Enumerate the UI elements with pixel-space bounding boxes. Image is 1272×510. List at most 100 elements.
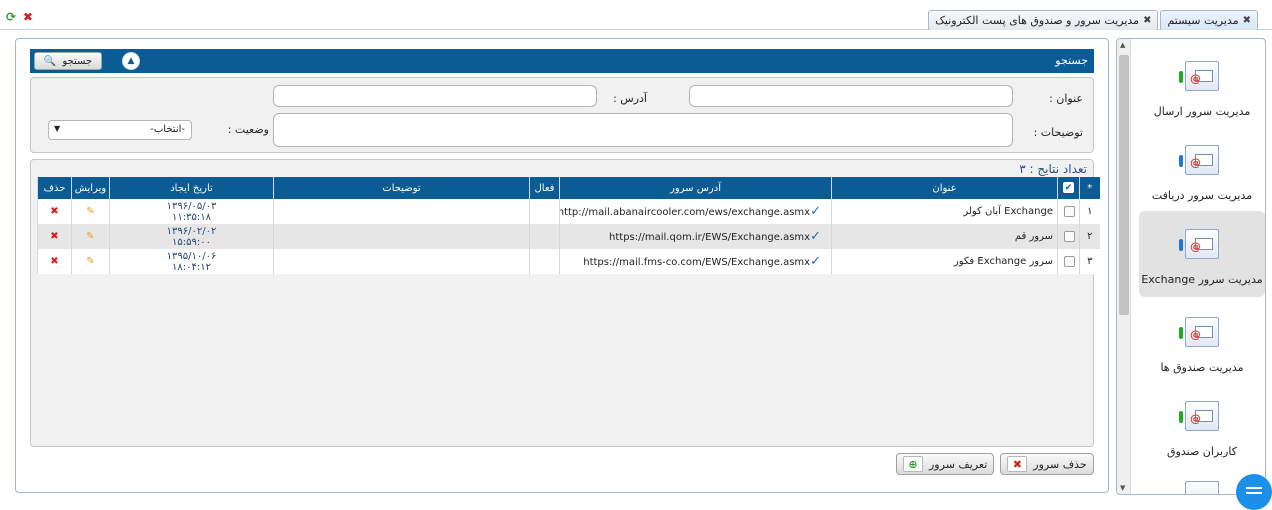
col-header-description[interactable]: توضیحات (273, 177, 530, 199)
row-address: https://mail.fms-co.com/EWS/Exchange.asm… (583, 257, 811, 268)
search-icon: 🔍 (43, 55, 57, 67)
address-input[interactable] (273, 85, 597, 107)
edit-icon[interactable]: ✎ (71, 249, 110, 274)
search-title: جستجو (1055, 54, 1088, 67)
search-button[interactable]: جستجو 🔍 (34, 52, 102, 70)
row-address: https://mail.qom.ir/EWS/Exchange.asmx (609, 232, 811, 243)
row-created-cell: ۱۳۹۵/۱۰/۰۶ ۱۸:۰۴:۱۲ (109, 249, 274, 274)
scroll-up-icon[interactable]: ▲ (1120, 41, 1125, 49)
select-all-checkbox[interactable]: ✔ (1063, 182, 1074, 194)
table-row[interactable]: ۲ سرور قم ✓https://mail.qom.ir/EWS/Excha… (37, 224, 1100, 249)
delete-icon[interactable]: ✖ (37, 199, 72, 224)
sidebar-scrollbar[interactable]: ▲ ▼ (1117, 39, 1131, 494)
row-title: Exchange آبان کولر (831, 199, 1058, 224)
edit-icon[interactable]: ✎ (71, 224, 110, 249)
row-checkbox-cell[interactable] (1057, 224, 1080, 249)
mail-server-icon: @ (1179, 229, 1219, 259)
row-checkbox[interactable] (1064, 255, 1075, 267)
check-icon: ✓ (810, 204, 821, 219)
status-mark (1179, 327, 1183, 339)
sidebar-item-mailboxes[interactable]: @ مدیریت صندوق ها (1139, 317, 1265, 397)
top-icons: ⟳ ✖ (6, 10, 33, 24)
row-description (273, 224, 530, 249)
define-server-button[interactable]: تعریف سرور ⊕ (896, 453, 995, 475)
row-active-cell (529, 224, 560, 249)
row-title: سرور Exchange فکور (831, 249, 1058, 274)
col-header-active[interactable]: فعال (529, 177, 560, 199)
row-checkbox-cell[interactable] (1057, 249, 1080, 274)
row-active-cell (529, 199, 560, 224)
top-bar: ⟳ ✖ ✖ مدیریت سیستم ✖ مدیریت سرور و صندوق… (0, 0, 1272, 30)
search-header: جستجو جستجو 🔍 ▲ (30, 49, 1094, 73)
results-count: تعداد نتایج : ۳ (1019, 162, 1087, 176)
row-created-cell: ۱۳۹۶/۰۵/۰۳ ۱۱:۳۵:۱۸ (109, 199, 274, 224)
row-date: ۱۳۹۶/۰۲/۰۲ (166, 225, 217, 237)
table-header-row: * ✔ عنوان آدرس سرور فعال توضیحات تاریخ ا… (37, 177, 1100, 199)
action-bar: حذف سرور ✖ تعریف سرور ⊕ (896, 453, 1094, 475)
status-mark (1179, 239, 1183, 251)
row-checkbox-cell[interactable] (1057, 199, 1080, 224)
row-created-cell: ۱۳۹۶/۰۲/۰۲ ۱۵:۵۹:۰۰ (109, 224, 274, 249)
col-header-star: * (1079, 177, 1100, 199)
sidebar-item-label: کاربران صندوق (1167, 445, 1237, 458)
table-row[interactable]: ۱ Exchange آبان کولر ✓http://mail.abanai… (37, 199, 1100, 224)
delete-icon[interactable]: ✖ (37, 224, 72, 249)
edit-icon[interactable]: ✎ (71, 199, 110, 224)
row-number: ۲ (1079, 224, 1100, 249)
row-address-cell: ✓https://mail.qom.ir/EWS/Exchange.asmx (559, 224, 832, 249)
status-select-value: -انتخاب- (150, 124, 185, 135)
row-time: ۱۱:۳۵:۱۸ (172, 211, 211, 223)
mail-server-icon: @ (1179, 145, 1219, 175)
tab-system-management[interactable]: ✖ مدیریت سیستم (1160, 10, 1258, 30)
delete-icon: ✖ (1007, 456, 1028, 472)
check-icon: ✓ (810, 254, 821, 269)
row-checkbox[interactable] (1064, 230, 1075, 242)
sidebar: ▲ ▼ @ مدیریت سرور ارسال @ مدیریت سرور در… (1116, 38, 1266, 495)
mail-server-icon: @ (1179, 61, 1219, 91)
row-number: ۱ (1079, 199, 1100, 224)
status-mark (1179, 71, 1183, 83)
table-row[interactable]: ۳ سرور Exchange فکور ✓https://mail.fms-c… (37, 249, 1100, 274)
status-label: وضعیت : (227, 123, 269, 136)
status-mark (1179, 411, 1183, 423)
collapse-icon[interactable]: ▲ (122, 52, 140, 70)
tab-close-icon[interactable]: ✖ (1143, 15, 1151, 26)
row-address-cell: ✓https://mail.fms-co.com/EWS/Exchange.as… (559, 249, 832, 274)
sidebar-item-exchange-server[interactable]: @ مدیریت سرور Exchange (1139, 211, 1265, 297)
sidebar-item-label: مدیریت سرور Exchange (1141, 273, 1263, 286)
description-input[interactable] (273, 113, 1013, 147)
col-header-created[interactable]: تاریخ ایجاد (109, 177, 274, 199)
address-label: آدرس : (613, 92, 647, 105)
tab-mail-server-management[interactable]: ✖ مدیریت سرور و صندوق های پست الکترونیک (928, 10, 1159, 30)
add-icon: ⊕ (903, 456, 923, 472)
row-checkbox[interactable] (1064, 205, 1075, 217)
row-address-cell: ✓http://mail.abanaircooler.com/ews/excha… (559, 199, 832, 224)
main-panel: جستجو جستجو 🔍 ▲ عنوان : آدرس : توضیحات :… (15, 38, 1109, 493)
mail-server-icon (1185, 481, 1219, 494)
tab-close-icon[interactable]: ✖ (1243, 15, 1251, 26)
scroll-down-icon[interactable]: ▼ (1120, 484, 1125, 492)
sidebar-item-mailbox-users[interactable]: @ کاربران صندوق (1139, 401, 1265, 481)
tab-label: مدیریت سیستم (1167, 14, 1239, 27)
tab-label: مدیریت سرور و صندوق های پست الکترونیک (935, 14, 1140, 27)
delete-icon[interactable]: ✖ (37, 249, 72, 274)
scroll-thumb[interactable] (1119, 55, 1129, 315)
define-server-label: تعریف سرور (929, 457, 988, 471)
title-input[interactable] (689, 85, 1013, 107)
status-select[interactable]: -انتخاب- ▼ (48, 120, 192, 140)
row-active-cell (529, 249, 560, 274)
close-all-icon[interactable]: ✖ (23, 10, 33, 24)
delete-server-button[interactable]: حذف سرور ✖ (1000, 453, 1094, 475)
col-header-address[interactable]: آدرس سرور (559, 177, 832, 199)
status-mark (1179, 155, 1183, 167)
col-header-select-all[interactable]: ✔ (1057, 177, 1080, 199)
row-address: http://mail.abanaircooler.com/ews/exchan… (559, 207, 811, 218)
refresh-icon[interactable]: ⟳ (6, 10, 16, 24)
chevron-down-icon: ▼ (54, 124, 61, 133)
col-header-title[interactable]: عنوان (831, 177, 1058, 199)
chat-line (1246, 487, 1262, 489)
check-icon: ✓ (810, 229, 821, 244)
sidebar-item-send-server[interactable]: @ مدیریت سرور ارسال (1139, 61, 1265, 141)
chat-icon[interactable] (1236, 474, 1272, 510)
delete-server-label: حذف سرور (1033, 457, 1087, 471)
